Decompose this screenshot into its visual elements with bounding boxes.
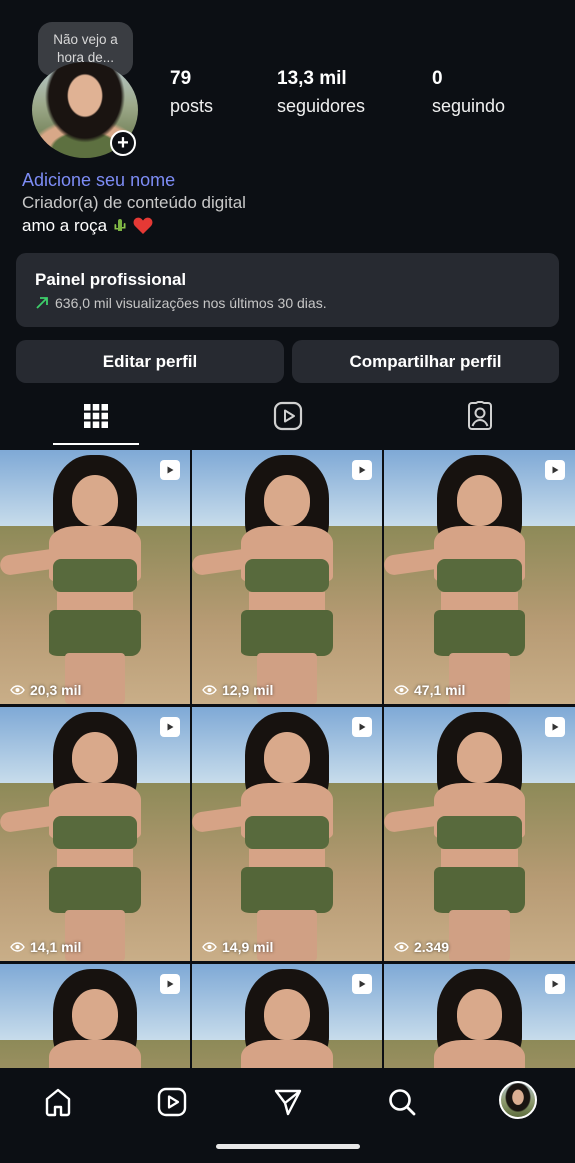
eye-icon [202, 685, 217, 695]
stat-followers-label: seguidores [277, 96, 366, 116]
stat-posts-value: 79 [170, 68, 192, 89]
dashboard-title: Painel profissional [35, 270, 187, 289]
reels-icon [157, 1087, 187, 1117]
reel-indicator-icon [545, 974, 565, 994]
grid-icon [84, 404, 108, 428]
nav-reels[interactable] [152, 1082, 192, 1122]
view-count-text: 2.349 [414, 939, 450, 955]
add-story-button[interactable]: + [110, 130, 136, 156]
bio-text: amo a roça [22, 216, 108, 235]
dashboard-views-text: 636,0 mil visualizações nos últimos 30 d… [55, 295, 327, 311]
eye-icon [202, 942, 217, 952]
tab-reels[interactable] [248, 393, 328, 439]
stat-followers-value: 13,3 mil [277, 68, 347, 89]
send-paper-plane-icon [274, 1089, 302, 1116]
tab-tagged[interactable] [440, 393, 520, 439]
nav-home[interactable] [38, 1082, 78, 1122]
eye-icon [394, 942, 409, 952]
view-count-text: 14,1 mil [30, 939, 82, 955]
stat-following-value: 0 [432, 68, 443, 89]
eye-icon [10, 942, 25, 952]
grid-post[interactable]: 12,9 mil [192, 450, 382, 704]
grid-post[interactable]: 14,1 mil [0, 707, 190, 961]
grid-post[interactable]: 14,9 mil [192, 707, 382, 961]
view-count: 2.349 [394, 939, 449, 955]
stat-posts[interactable]: 79 posts [170, 68, 213, 117]
dashboard-subtitle: 636,0 mil visualizações nos últimos 30 d… [35, 295, 540, 311]
view-count-text: 20,3 mil [30, 682, 82, 698]
cactus-emoji-icon [114, 219, 126, 231]
profile-category: Criador(a) de conteúdo digital [22, 193, 246, 212]
grid-post[interactable]: 47,1 mil [384, 450, 575, 704]
view-count: 14,9 mil [202, 939, 273, 955]
grid-post[interactable] [192, 964, 382, 1070]
view-count-text: 47,1 mil [414, 682, 466, 698]
nav-profile-avatar[interactable] [499, 1081, 537, 1119]
view-count: 12,9 mil [202, 682, 273, 698]
edit-profile-button[interactable]: Editar perfil [16, 340, 284, 383]
stat-posts-label: posts [170, 96, 214, 116]
home-icon [45, 1088, 71, 1117]
view-count: 20,3 mil [10, 682, 81, 698]
stat-followers[interactable]: 13,3 mil seguidores [277, 68, 365, 117]
eye-icon [10, 685, 25, 695]
red-heart-icon [133, 217, 153, 234]
view-count-text: 12,9 mil [222, 682, 274, 698]
profile-bio: amo a roça [22, 216, 153, 236]
share-profile-button[interactable]: Compartilhar perfil [292, 340, 559, 383]
professional-dashboard-card[interactable]: Painel profissional 636,0 mil visualizaç… [16, 253, 559, 327]
reel-indicator-icon [160, 717, 180, 737]
view-count: 14,1 mil [10, 939, 81, 955]
eye-icon [394, 685, 409, 695]
active-tab-indicator [53, 443, 139, 445]
reel-indicator-icon [160, 974, 180, 994]
reel-indicator-icon [545, 460, 565, 480]
grid-post[interactable] [384, 964, 575, 1070]
stat-following[interactable]: 0 seguindo [432, 68, 505, 117]
plus-icon: + [117, 132, 129, 154]
posts-grid: 20,3 mil 12,9 mil 47,1 mil 14,1 mil 14,9… [0, 450, 575, 1070]
reel-indicator-icon [352, 717, 372, 737]
search-icon [389, 1089, 416, 1116]
stat-following-label: seguindo [432, 96, 506, 116]
trend-up-arrow-icon [36, 297, 48, 309]
reels-icon [273, 401, 303, 431]
home-indicator[interactable] [216, 1144, 360, 1149]
view-count: 47,1 mil [394, 682, 465, 698]
add-name-link[interactable]: Adicione seu nome [22, 170, 175, 191]
nav-messages[interactable] [268, 1082, 308, 1122]
reel-indicator-icon [352, 974, 372, 994]
grid-post[interactable]: 2.349 [384, 707, 575, 961]
reel-indicator-icon [545, 717, 565, 737]
tagged-person-icon [468, 401, 492, 430]
reel-indicator-icon [352, 460, 372, 480]
note-line-1: Não vejo a [53, 32, 118, 47]
view-count-text: 14,9 mil [222, 939, 274, 955]
tab-grid[interactable] [56, 393, 136, 439]
nav-search[interactable] [382, 1082, 422, 1122]
grid-post[interactable]: 20,3 mil [0, 450, 190, 704]
grid-post[interactable] [0, 964, 190, 1070]
reel-indicator-icon [160, 460, 180, 480]
